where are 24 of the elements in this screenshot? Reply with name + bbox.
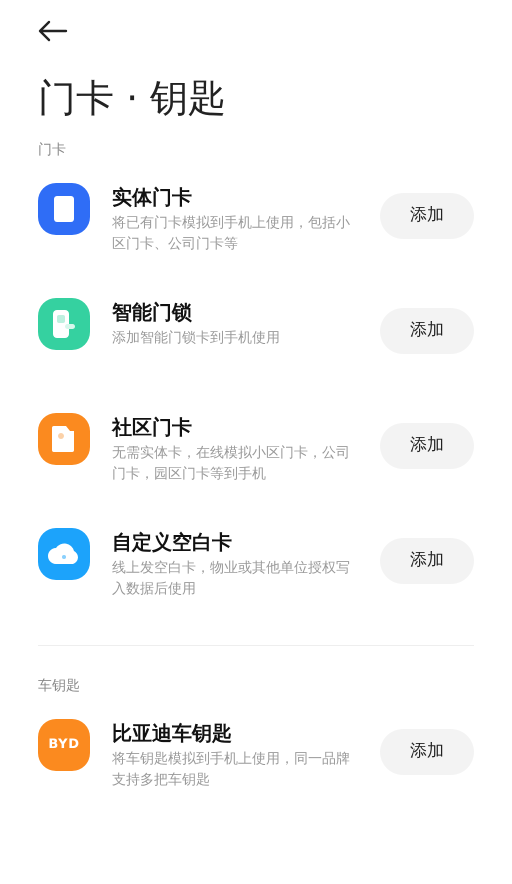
section-heading: 车钥匙 <box>38 677 81 696</box>
item-title: 自定义空白卡 <box>112 529 233 556</box>
brand-logo: BYD <box>48 736 80 754</box>
door-lock-icon <box>51 309 77 339</box>
item-title: 智能门锁 <box>112 299 193 326</box>
cloud-icon <box>47 543 81 565</box>
page-title: 门卡 · 钥匙 <box>38 75 228 122</box>
item-title: 实体门卡 <box>112 184 193 211</box>
add-button[interactable]: 添加 <box>380 308 474 354</box>
item-description: 将已有门卡模拟到手机上使用，包括小区门卡、公司门卡等 <box>112 214 351 254</box>
item-description: 将车钥匙模拟到手机上使用，同一品牌支持多把车钥匙 <box>112 750 351 790</box>
item-title: 社区门卡 <box>112 414 193 441</box>
item-title: 比亚迪车钥匙 <box>112 720 233 747</box>
item-description: 无需实体卡，在线模拟小区门卡，公司门卡，园区门卡等到手机 <box>112 444 351 484</box>
section-heading: 门卡 <box>38 141 67 160</box>
card-icon <box>53 195 75 223</box>
item-description: 添加智能门锁卡到手机使用 <box>112 329 281 348</box>
add-button[interactable]: 添加 <box>380 729 474 775</box>
back-arrow-icon[interactable] <box>38 20 68 42</box>
add-button[interactable]: 添加 <box>380 423 474 469</box>
item-description: 线上发空白卡，物业或其他单位授权写入数据后使用 <box>112 559 351 599</box>
add-button[interactable]: 添加 <box>380 538 474 584</box>
card-icon <box>51 425 77 453</box>
add-button[interactable]: 添加 <box>380 193 474 239</box>
